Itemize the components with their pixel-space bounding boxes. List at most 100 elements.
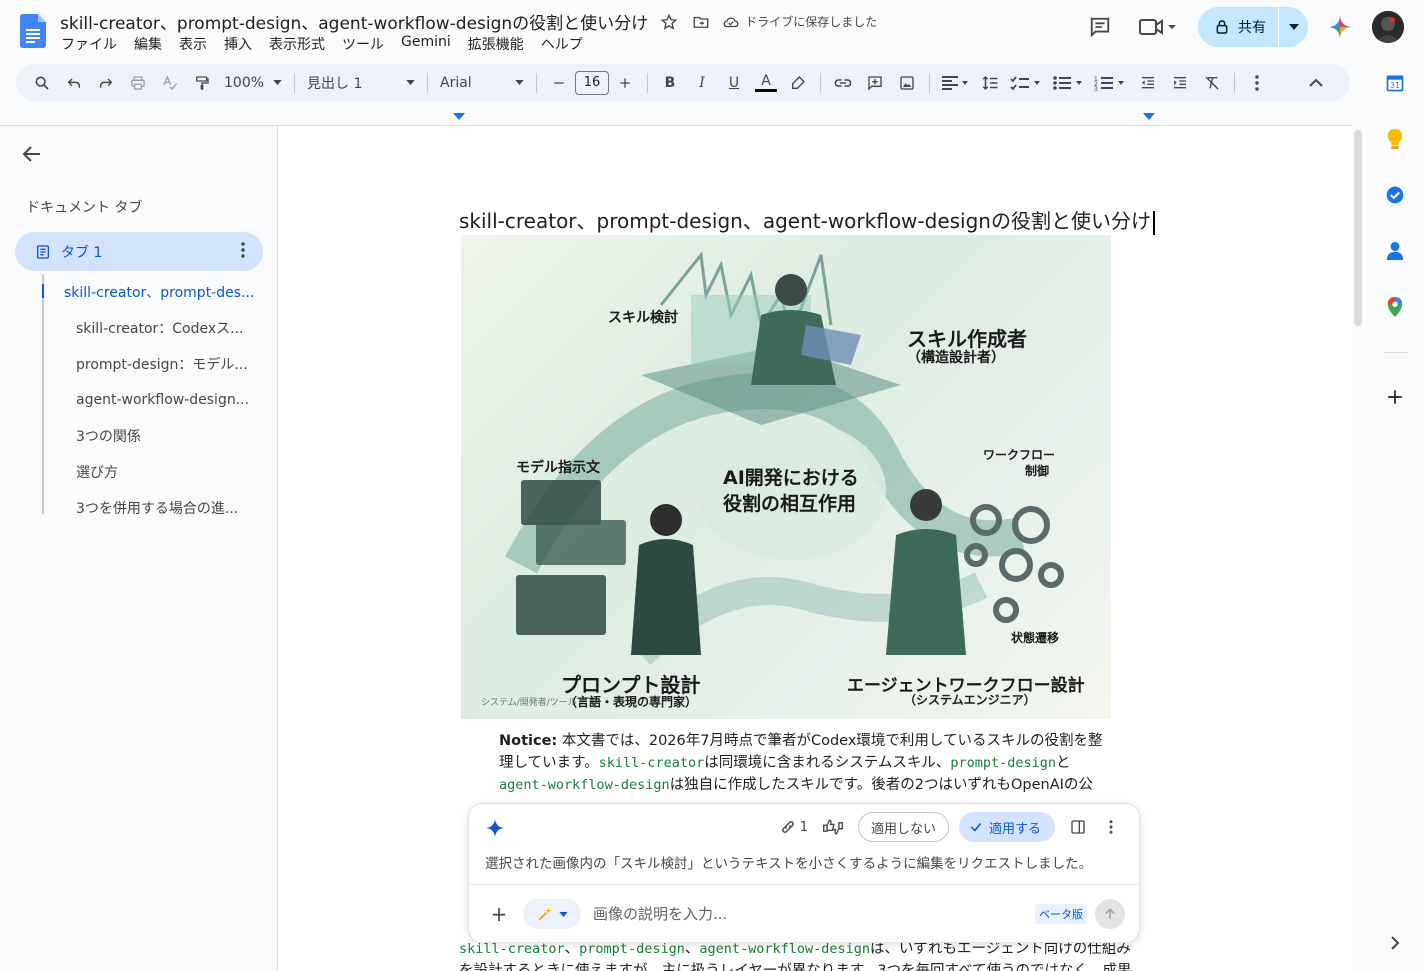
cloud-done-icon — [723, 17, 739, 27]
menu-insert[interactable]: 挿入 — [224, 34, 260, 54]
toolbar-divider — [536, 72, 537, 93]
feedback-thumbs-icon[interactable] — [818, 812, 848, 842]
undo-icon[interactable] — [60, 69, 88, 97]
outline-item-title[interactable]: skill-creator、prompt-des... — [42, 274, 262, 310]
comment-history-icon[interactable] — [1082, 9, 1118, 45]
checklist-icon[interactable] — [1008, 69, 1046, 97]
docs-logo-icon[interactable] — [20, 14, 46, 48]
insert-link-icon[interactable] — [829, 69, 857, 97]
increase-indent-icon[interactable] — [1166, 69, 1194, 97]
highlight-color-icon[interactable] — [784, 69, 812, 97]
italic-icon[interactable]: I — [688, 69, 716, 97]
document-title[interactable]: skill-creator、prompt-design、agent-workfl… — [60, 9, 648, 34]
left-indent-marker[interactable] — [453, 113, 465, 120]
bulleted-list-icon[interactable] — [1050, 69, 1088, 97]
menu-format[interactable]: 表示形式 — [269, 34, 333, 54]
add-attachment-icon[interactable]: + — [485, 902, 513, 926]
outline-item-skill-creator[interactable]: skill-creator：Codexス... — [42, 310, 262, 346]
paint-format-icon[interactable] — [188, 69, 216, 97]
bold-icon[interactable]: B — [656, 69, 684, 97]
top-bar: skill-creator、prompt-design、agent-workfl… — [0, 0, 1424, 60]
move-folder-icon[interactable] — [690, 11, 712, 33]
menu-tools[interactable]: ツール — [342, 34, 392, 54]
add-comment-icon[interactable] — [861, 69, 889, 97]
line-spacing-icon[interactable] — [976, 69, 1004, 97]
align-dropdown-icon[interactable] — [938, 69, 972, 97]
image-prompt-input[interactable] — [593, 905, 1035, 923]
menu-extensions[interactable]: 拡張機能 — [468, 34, 532, 54]
star-icon[interactable] — [658, 11, 680, 33]
more-options-icon[interactable] — [1243, 69, 1271, 97]
collapse-menus-icon[interactable] — [1302, 69, 1330, 97]
back-arrow-icon[interactable] — [20, 142, 44, 166]
share-dropdown-button[interactable] — [1278, 7, 1308, 47]
share-label: 共有 — [1238, 20, 1266, 36]
notice-code-skill-creator: skill-creator — [598, 755, 705, 771]
account-avatar[interactable] — [1372, 11, 1404, 43]
get-add-ons-icon[interactable] — [1382, 384, 1408, 410]
print-icon[interactable] — [124, 69, 152, 97]
style-dropdown[interactable]: 見出し 1 — [301, 73, 421, 93]
source-link-button[interactable]: 1 — [779, 818, 808, 836]
magic-edit-dropdown[interactable] — [523, 899, 581, 929]
right-indent-marker[interactable] — [1143, 113, 1155, 120]
arrow-up-icon — [1105, 908, 1115, 919]
illustration-image[interactable]: システム/開発者/ツール スキル検討 スキル作成者 （構造設計者） モデル指示文… — [461, 235, 1111, 719]
font-dropdown[interactable]: Arial — [434, 75, 530, 91]
notice-code-prompt-design: prompt-design — [950, 755, 1057, 771]
decrease-font-size-icon[interactable] — [545, 69, 573, 97]
search-menus-icon[interactable] — [28, 69, 56, 97]
label-workflow-control-1: ワークフロー — [983, 448, 1056, 462]
clear-formatting-icon[interactable] — [1198, 69, 1226, 97]
menu-edit[interactable]: 編集 — [134, 34, 170, 54]
underline-icon[interactable]: U — [720, 69, 748, 97]
font-size-input[interactable]: 16 — [575, 70, 609, 95]
meet-video-icon[interactable] — [1132, 9, 1184, 45]
document-heading[interactable]: skill-creator、prompt-design、agent-workfl… — [459, 205, 1155, 235]
open-side-panel-icon[interactable] — [1065, 814, 1091, 840]
menu-file[interactable]: ファイル — [61, 34, 125, 54]
outline-item-relationship[interactable]: 3つの関係 — [42, 418, 262, 454]
style-value: 見出し 1 — [307, 75, 363, 92]
text-cursor — [1152, 210, 1155, 235]
send-button[interactable] — [1095, 899, 1125, 929]
panel-more-options-icon[interactable] — [1101, 814, 1121, 840]
outline-item-combined-use[interactable]: 3つを併用する場合の進... — [42, 490, 262, 526]
numbered-list-icon[interactable]: 123 — [1092, 69, 1130, 97]
zoom-dropdown[interactable]: 100% — [218, 75, 288, 91]
keep-icon[interactable] — [1382, 126, 1408, 152]
outline-item-prompt-design[interactable]: prompt-design：モデル... — [42, 346, 262, 382]
redo-icon[interactable] — [92, 69, 120, 97]
insert-image-icon[interactable] — [893, 69, 921, 97]
calendar-icon[interactable]: 31 — [1382, 70, 1408, 96]
contacts-icon[interactable] — [1382, 238, 1408, 264]
expand-rail-icon[interactable] — [1382, 930, 1408, 956]
tasks-icon[interactable] — [1382, 182, 1408, 208]
tab-1-label: タブ 1 — [61, 244, 103, 261]
menu-view[interactable]: 表示 — [179, 34, 215, 54]
document-scrollbar[interactable] — [1354, 130, 1362, 326]
body-code-prompt-design: prompt-design — [579, 941, 685, 957]
text-color-icon[interactable]: A — [752, 69, 780, 97]
tab-more-options-icon[interactable] — [241, 242, 245, 262]
reject-button[interactable]: 適用しない — [857, 812, 949, 842]
tab-1[interactable]: タブ 1 — [15, 232, 263, 271]
decrease-indent-icon[interactable] — [1134, 69, 1162, 97]
maps-icon[interactable] — [1382, 294, 1408, 320]
save-status[interactable]: ドライブに保存しました — [722, 13, 877, 31]
source-link-count: 1 — [799, 819, 808, 835]
share-main-button[interactable]: 共有 — [1198, 7, 1278, 47]
checkmark-icon — [970, 823, 982, 832]
menu-help[interactable]: ヘルプ — [541, 34, 591, 54]
chevron-down-icon — [273, 80, 282, 85]
notice-paragraph[interactable]: Notice: 本文書では、2026年7月時点で筆者がCodex環境で利用してい… — [499, 730, 1114, 796]
increase-font-size-icon[interactable] — [611, 69, 639, 97]
apply-button[interactable]: 適用する — [958, 812, 1055, 842]
outline-item-how-to-choose[interactable]: 選び方 — [42, 454, 262, 490]
label-center-title-1: AI開発における — [723, 467, 859, 489]
share-button[interactable]: 共有 — [1198, 7, 1308, 47]
gemini-spark-icon[interactable] — [1322, 9, 1358, 45]
spellcheck-icon[interactable] — [156, 69, 184, 97]
menu-gemini[interactable]: Gemini — [401, 34, 459, 54]
outline-item-agent-workflow-design[interactable]: agent-workflow-design... — [42, 382, 262, 418]
